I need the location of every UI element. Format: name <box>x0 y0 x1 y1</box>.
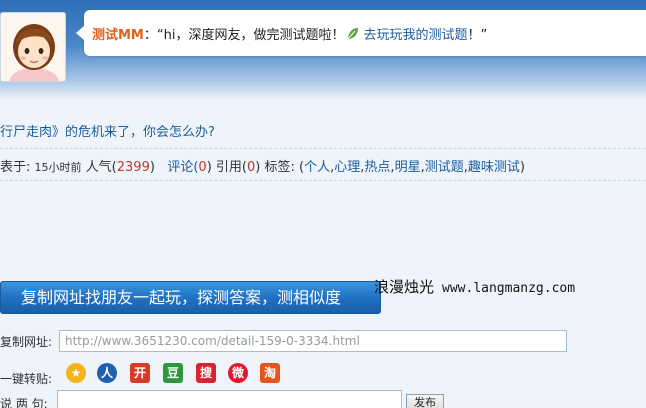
comment-input[interactable] <box>57 390 402 408</box>
meta-prefix: 表于: <box>0 160 31 175</box>
popularity-count: 2399 <box>116 160 150 175</box>
taobao-icon[interactable]: 淘 <box>260 363 280 383</box>
divider <box>0 148 646 149</box>
kaixin-icon[interactable]: 开 <box>130 363 150 383</box>
speech-bubble: 测试MM：“hi，深度网友，做完测试题啦！ 去玩玩我的测试题！” <box>76 10 646 56</box>
url-label: 复制网址: <box>0 335 53 349</box>
watermark-text: 浪漫烛光 <box>374 278 435 296</box>
divider <box>0 180 646 181</box>
tags-label: 标签: <box>264 160 295 175</box>
header-bar: 测试MM：“hi，深度网友，做完测试题啦！ 去玩玩我的测试题！” <box>0 0 646 100</box>
sohu-icon[interactable]: 搜 <box>196 363 216 383</box>
comment-row: 说 两 句: 发布 <box>0 390 646 408</box>
watermark: 浪漫烛光 www.langmanzg.com <box>374 276 575 297</box>
popularity-label: 人气( <box>85 160 117 175</box>
tag-link[interactable]: 个人 <box>304 160 330 175</box>
post-title[interactable]: 行尸走肉》的危机来了，你会怎么办? <box>0 121 215 140</box>
tag-link[interactable]: 明星 <box>395 160 421 175</box>
speech-tail: ！” <box>467 28 488 43</box>
tag-link[interactable]: 测试题 <box>425 160 464 175</box>
comments-count: 0 <box>198 160 207 175</box>
comments-close: ) <box>206 160 212 175</box>
speech-text: 测试MM：“hi，深度网友，做完测试题啦！ 去玩玩我的测试题！” <box>92 24 487 45</box>
url-field[interactable] <box>59 330 567 352</box>
speech-message: “hi，深度网友，做完测试题啦！ <box>156 28 345 43</box>
weibo-icon[interactable]: 微 <box>228 363 248 383</box>
say-label: 说 两 句: <box>0 397 48 408</box>
refs-label[interactable]: 引用( <box>216 160 247 175</box>
qzone-icon[interactable]: ★ <box>66 363 86 383</box>
user-name[interactable]: 测试MM <box>92 28 144 43</box>
tag-link[interactable]: 热点 <box>364 160 390 175</box>
popularity-close: ) <box>149 160 155 175</box>
watermark-url: www.langmanzg.com <box>442 281 576 296</box>
douban-icon[interactable]: 豆 <box>163 363 183 383</box>
comments-label[interactable]: 评论( <box>167 160 198 175</box>
tag-link[interactable]: 趣味测试 <box>468 160 520 175</box>
leaf-icon <box>346 27 359 45</box>
renren-icon[interactable]: 人 <box>97 363 117 383</box>
tags-close: ) <box>519 160 525 175</box>
post-area: 行尸走肉》的危机来了，你会怎么办? 表于: 15小时前 人气(2399) 评论(… <box>0 100 646 408</box>
post-time: 15小时前 <box>34 161 82 174</box>
repost-label: 一键转贴: <box>0 372 53 386</box>
repost-row: 一键转贴: ★ 人 开 豆 搜 微 淘 <box>0 363 646 386</box>
tag-link[interactable]: 心理 <box>334 160 360 175</box>
post-meta: 表于: 15小时前 人气(2399) 评论(0) 引用(0) 标签: (个人,心… <box>0 160 525 175</box>
post-button[interactable]: 发布 <box>406 394 444 408</box>
copy-share-button[interactable]: 复制网址找朋友一起玩，探测答案，测相似度 <box>0 281 381 314</box>
girl-avatar-icon <box>1 13 65 81</box>
play-test-link[interactable]: 去玩玩我的测试题 <box>363 28 467 43</box>
speech-colon: ： <box>143 28 157 43</box>
refs-close: ) <box>255 160 261 175</box>
avatar[interactable] <box>0 12 66 82</box>
